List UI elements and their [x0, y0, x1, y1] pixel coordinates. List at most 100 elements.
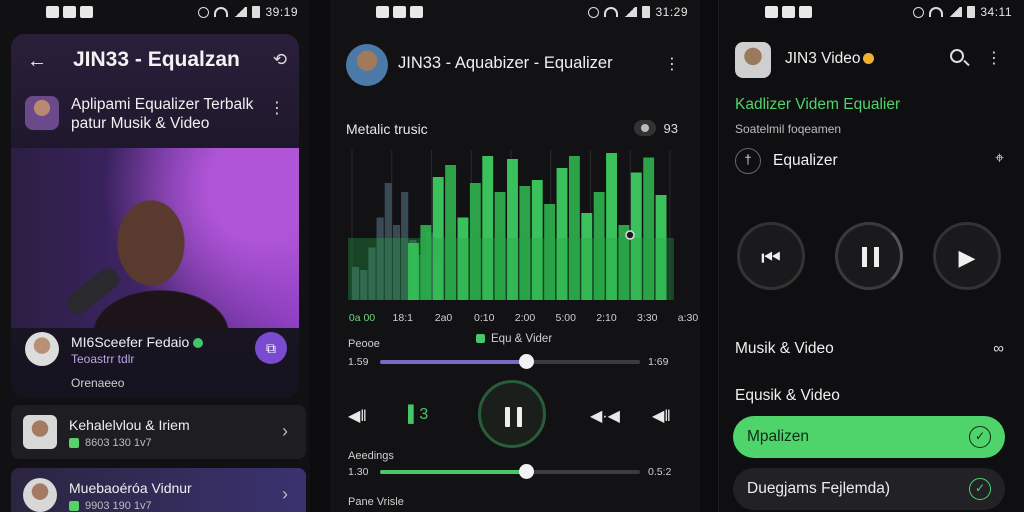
slider2-knob[interactable] — [518, 464, 534, 479]
previous-button[interactable]: ⏮ — [737, 222, 805, 290]
list-item-title: Muebaoéróa Vidnur — [69, 480, 192, 496]
more-vert-icon[interactable]: ⋮ — [986, 48, 1002, 68]
list-item[interactable]: Kehalelvlou & Iriem 8603 130 1v7 › — [11, 405, 306, 459]
panel-player: 34:11 JIN3 Video ⋮ Kadlizer Videm Equali… — [718, 0, 1024, 512]
list-item[interactable]: Muebaoéróa Vidnur 9903 190 1v7 › — [11, 468, 306, 512]
avatar — [23, 478, 57, 512]
timeline-tick: 2:00 — [514, 312, 536, 324]
timeline-tick: a:30 — [677, 312, 699, 324]
artist-subtitle: Teoastrr tdlr — [71, 352, 135, 366]
timeline-tick: 2a0 — [434, 312, 453, 324]
artist-row[interactable]: MI6Sceefer Fedaio Teoastrr tdlr Orenaeeo… — [25, 332, 289, 392]
notification-icon — [410, 6, 423, 18]
notification-icons — [765, 6, 812, 18]
pause-icon — [862, 247, 867, 267]
slider1-label: Peooe — [348, 338, 380, 350]
signal-icon — [623, 7, 638, 17]
page-title: JIN33 - Equalzan — [73, 48, 240, 71]
timeline-tick: 18:1 — [392, 312, 413, 324]
artist-name-text: MI6Sceefer Fedaio — [71, 334, 190, 350]
share-icon[interactable]: ⟲ — [273, 50, 287, 70]
notification-icon — [63, 6, 76, 18]
more-vert-icon[interactable]: ⋮ — [664, 54, 680, 74]
avatar[interactable] — [346, 44, 388, 86]
wifi-icon — [604, 7, 619, 17]
option-label: Duegjams Fejlemda) — [747, 480, 890, 497]
status-time: 31:29 — [655, 5, 688, 19]
back-arrow-icon[interactable]: ← — [27, 50, 47, 73]
slider1-track[interactable] — [380, 354, 640, 369]
eq-badge[interactable]: ▌3 — [408, 406, 428, 424]
section-title[interactable]: Kadlizer Videm Equalier — [735, 96, 900, 114]
avatar — [25, 332, 59, 366]
footer-label: Pane Vrisle — [348, 496, 404, 508]
list-item[interactable]: Musik & Video ∞ — [735, 340, 1008, 358]
status-right: 31:29 — [588, 5, 688, 19]
notification-icon — [80, 6, 93, 18]
infinity-icon: ∞ — [993, 340, 1004, 357]
timeline-tick: 3:30 — [637, 312, 658, 324]
notification-icon — [765, 6, 778, 18]
notification-icon — [393, 6, 406, 18]
notification-icons — [376, 6, 423, 18]
rewind-icon[interactable]: ◀·◀ — [590, 406, 620, 426]
pause-icon-bar — [874, 247, 879, 267]
toggle-icon — [633, 120, 656, 136]
check-circle-icon: ✓ — [969, 478, 991, 500]
notification-icons — [46, 6, 93, 18]
status-badge[interactable]: 93 — [633, 120, 678, 136]
check-circle-icon: ✓ — [969, 426, 991, 448]
equalizer-row[interactable]: † Equalizer ⌖ — [735, 148, 1008, 176]
slider1-knob[interactable] — [518, 354, 534, 369]
brush-icon[interactable]: ⌖ — [995, 150, 1004, 168]
slider2-label: Aeedings — [348, 450, 394, 462]
artist-card: ← JIN33 - Equalzan ⟲ Aplipami Equalizer … — [11, 34, 299, 398]
status-right: 39:19 — [198, 5, 298, 19]
tune-icon: † — [735, 148, 761, 174]
avatar[interactable] — [735, 42, 771, 78]
play-button[interactable]: ▶ — [933, 222, 1001, 290]
option-inactive[interactable]: Duegjams Fejlemda) ✓ — [733, 468, 1005, 510]
list-item-subtitle: 9903 190 1v7 — [69, 500, 152, 512]
timeline-tick: 0a 00 — [348, 312, 376, 324]
playhead[interactable] — [625, 230, 635, 240]
slider2-right-value: 0.5:2 — [648, 466, 672, 478]
skip-previous-icon: ⏮ — [761, 245, 781, 270]
timeline-tick: 2:10 — [596, 312, 617, 324]
app-avatar — [25, 96, 59, 130]
notification-icon — [46, 6, 59, 18]
artist-name: MI6Sceefer Fedaio — [71, 334, 204, 350]
slider2-track[interactable] — [380, 464, 640, 479]
external-link-icon: ⧉ — [266, 340, 276, 356]
list-item-subtitle: 8603 130 1v7 — [69, 437, 152, 449]
alarm-icon — [588, 6, 600, 18]
pause-button[interactable] — [835, 222, 903, 290]
open-button[interactable]: ⧉ — [255, 332, 287, 364]
option-active[interactable]: Mpalizen ✓ — [733, 416, 1005, 458]
play-icon: ▶ — [958, 245, 976, 270]
list-item[interactable]: Equsik & Video — [735, 387, 1008, 405]
pause-button[interactable] — [478, 380, 546, 448]
more-vert-icon[interactable]: ⋮ — [269, 98, 285, 118]
spectrum-visualizer[interactable] — [348, 150, 674, 302]
status-bar: 39:19 — [0, 0, 310, 26]
speaker-icon[interactable]: ◀ǁ — [652, 406, 671, 426]
slider2-left-value: 1.30 — [348, 466, 369, 478]
battery-icon — [967, 6, 976, 18]
coin-icon — [862, 53, 874, 65]
equalizer-label: Equalizer — [773, 152, 838, 169]
volume-icon[interactable]: ◀ǁ — [348, 406, 367, 426]
panel-artist: 39:19 ← JIN33 - Equalzan ⟲ Aplipami Equa… — [0, 0, 310, 512]
timeline-ticks: 0a 00 18:1 2a0 0:10 2:00 5:00 2:10 3:30 a:30 — [346, 312, 698, 326]
slider1-fill — [380, 360, 526, 364]
eq-tag: Equ & Vider — [476, 333, 552, 345]
slider1-left-value: 1.59 — [348, 356, 369, 368]
search-icon[interactable] — [950, 49, 964, 63]
battery-icon — [642, 6, 651, 18]
section-subtitle: Soatelmil foqeamen — [735, 122, 842, 136]
spectrum-svg — [348, 150, 674, 300]
alarm-icon — [198, 6, 210, 18]
page-title-text: JIN3 Video — [785, 50, 861, 67]
app-title: Aplipami Equalizer Terbalk patur Musik &… — [71, 96, 254, 132]
alarm-icon — [913, 6, 925, 18]
